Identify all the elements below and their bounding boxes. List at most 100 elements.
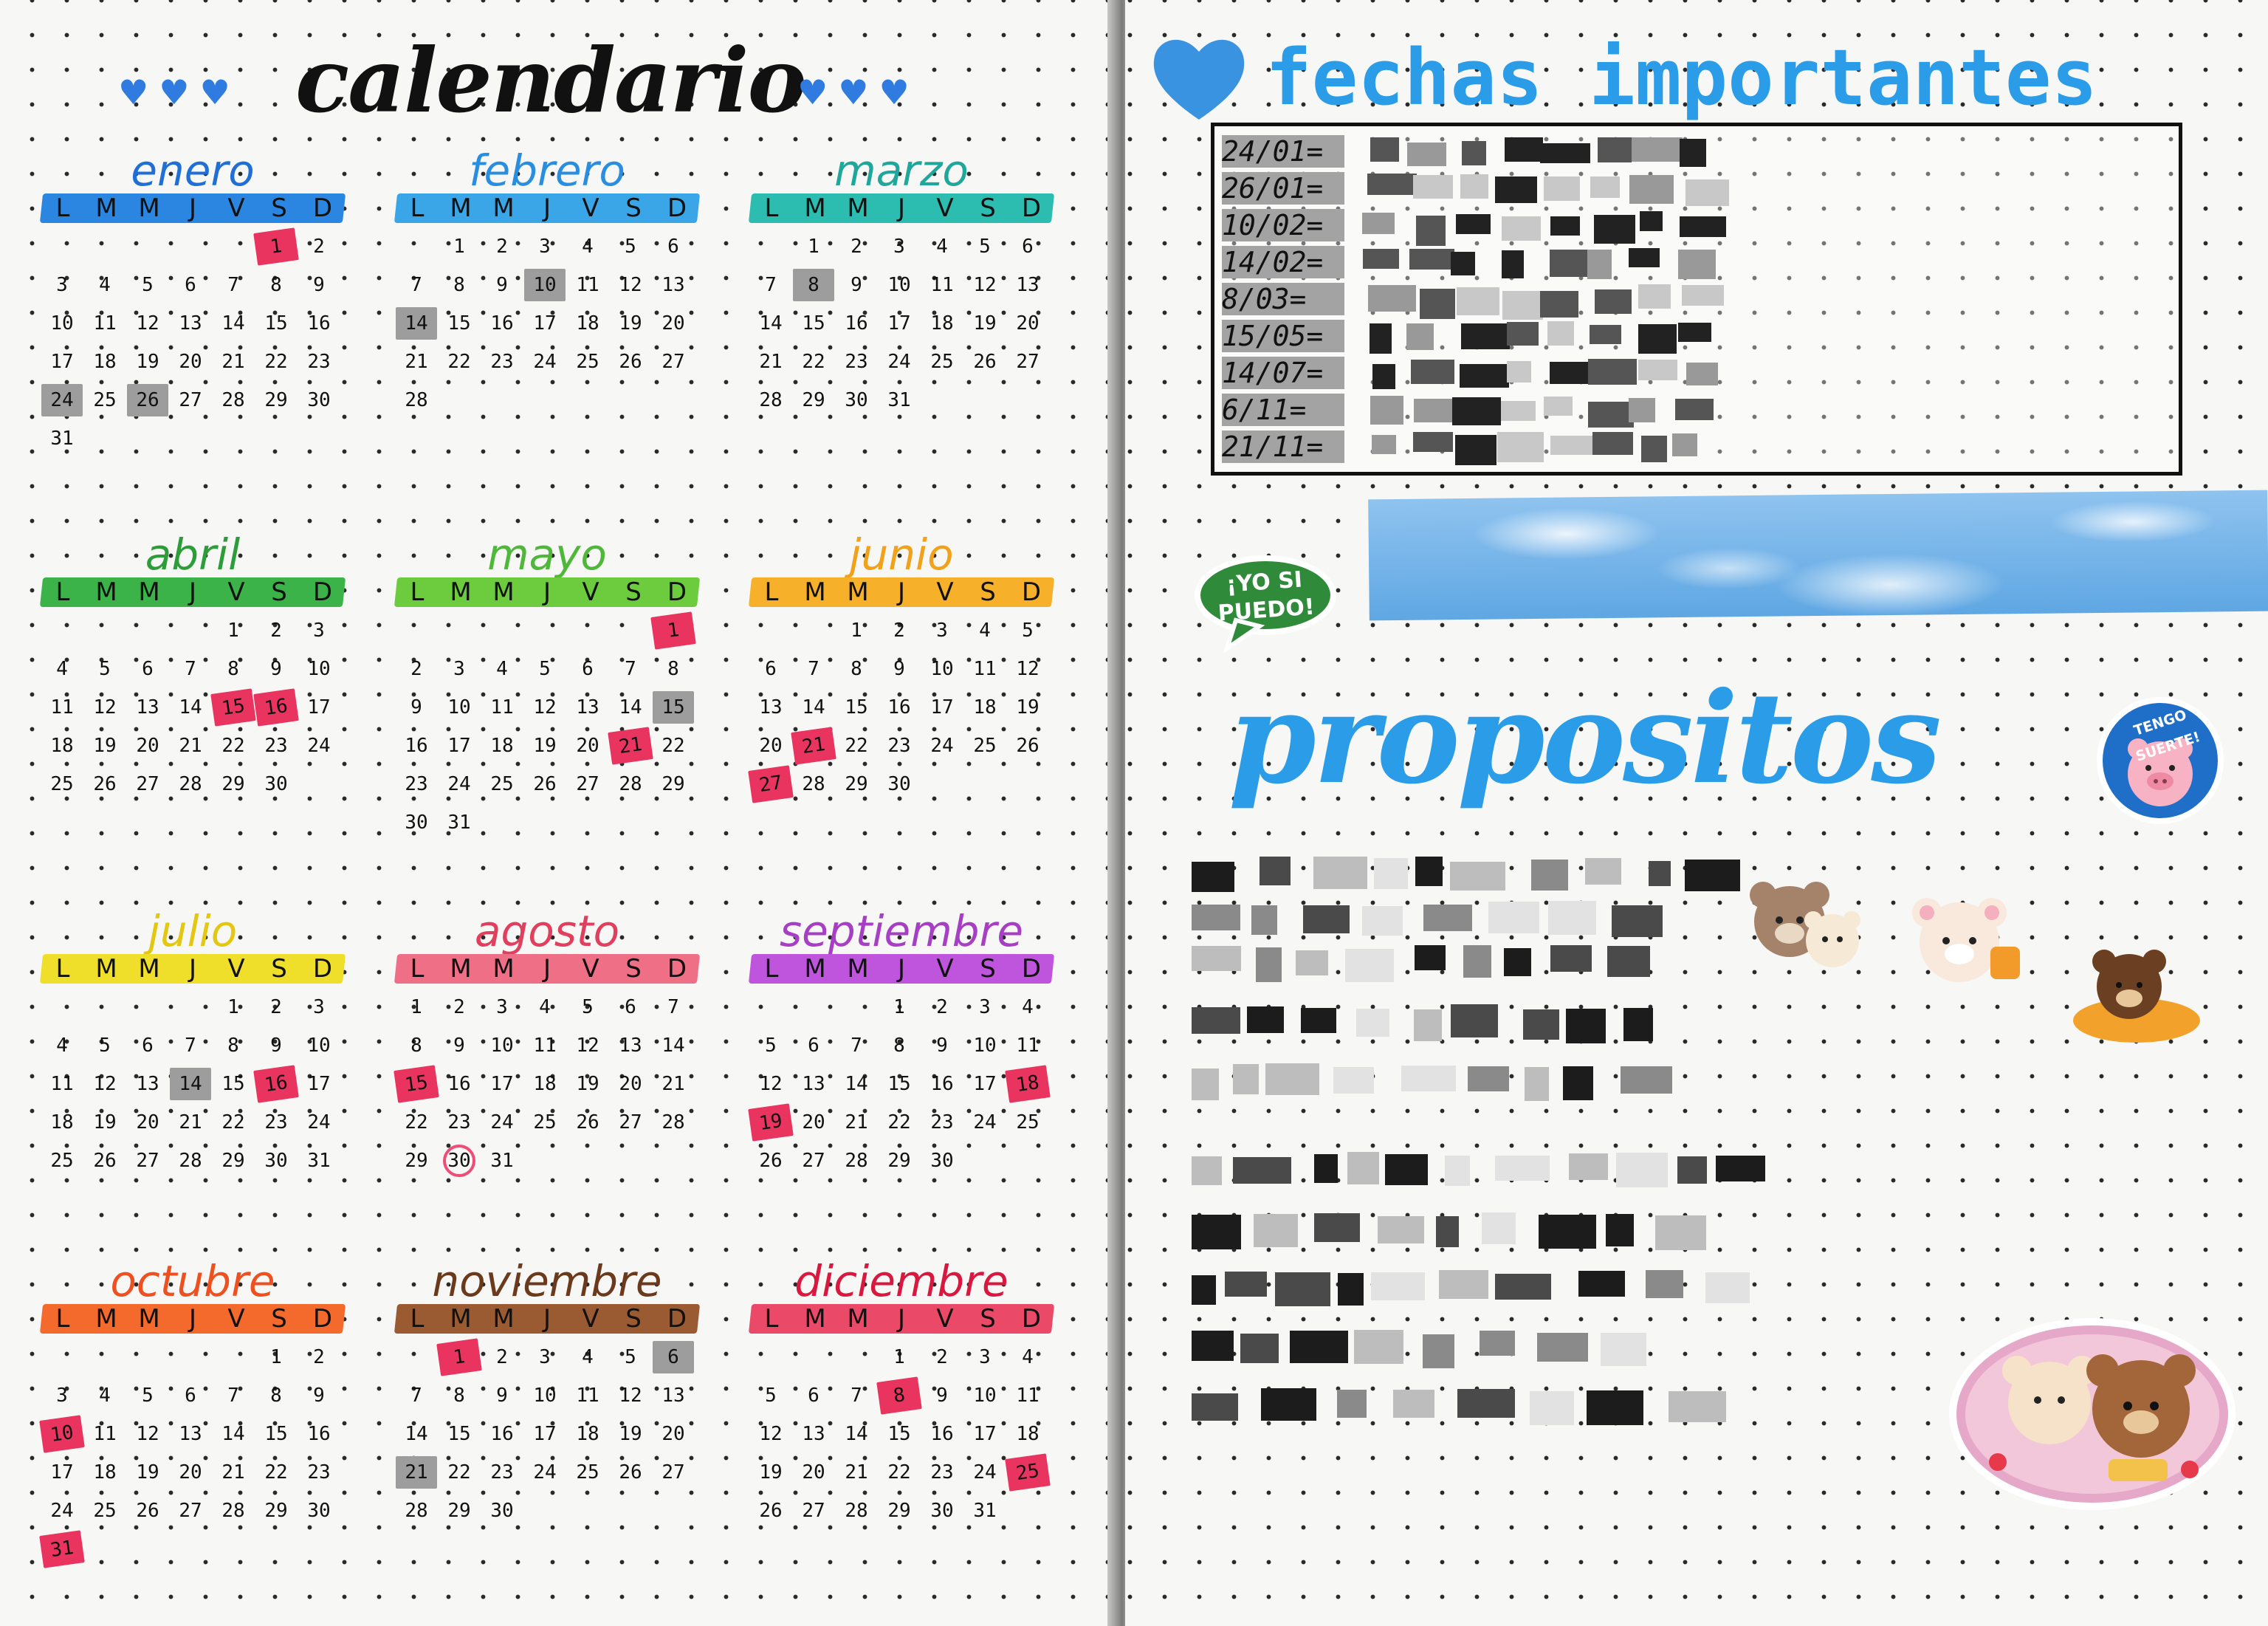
day-cell: 16 — [930, 1423, 954, 1445]
day-cell: 3 — [539, 236, 551, 258]
weekday-letter: D — [667, 954, 687, 984]
censor-pixel — [1601, 1333, 1646, 1366]
empty-cell — [84, 991, 126, 1023]
weekday-bar: LMMJVSD — [394, 193, 701, 223]
censor-pixel — [1345, 949, 1394, 982]
day-cell: 5 — [765, 1385, 777, 1407]
weekday-letter: M — [492, 954, 515, 984]
censor-pixel — [1356, 1009, 1389, 1037]
day-cell: 11 — [533, 1035, 557, 1057]
day-cell: 5 — [99, 1035, 111, 1057]
day-cell: 2 — [410, 658, 422, 680]
day-cell: 1 — [270, 1346, 282, 1368]
day-cell: 8 — [850, 658, 862, 680]
day-cell: 14 — [396, 307, 437, 340]
day-cell: 26 — [619, 1461, 642, 1483]
day-cell: 8 — [793, 269, 834, 301]
day-cell: 28 — [179, 1150, 202, 1172]
censor-pixel — [1488, 902, 1539, 933]
day-cell: 22 — [221, 735, 245, 757]
important-date-row: 14/02= — [1222, 244, 2174, 281]
censor-pixel — [1362, 906, 1403, 936]
censor-pixel — [1550, 216, 1580, 236]
day-cell: 28 — [405, 1500, 428, 1522]
day-cell: 3 — [453, 658, 465, 680]
day-cell: 24 — [447, 773, 471, 795]
day-cell: 8 — [453, 274, 465, 296]
day-cell: 2 — [270, 620, 282, 642]
weekday-letter: J — [188, 954, 196, 984]
day-cell: 19 — [136, 1461, 159, 1483]
day-cell: 25 — [973, 735, 997, 757]
day-cell: 9 — [496, 1385, 508, 1407]
censor-pixel — [1370, 323, 1392, 354]
censor-pixel — [1705, 1272, 1750, 1303]
censor-pixel — [1621, 1066, 1672, 1094]
empty-cell — [41, 614, 83, 647]
weekday-letter: D — [667, 193, 687, 223]
weekday-letter: J — [188, 577, 196, 607]
weekday-letter: M — [847, 193, 870, 223]
weekday-bar: LMMJVSD — [748, 193, 1055, 223]
day-cell: 21 — [221, 351, 245, 373]
day-cell: 20 — [179, 351, 202, 373]
day-cell: 8 — [893, 1035, 905, 1057]
censor-pixel — [1240, 1334, 1279, 1363]
censor-pixel — [1592, 432, 1633, 455]
days-grid: 1 2 3 4 5 6 7 8 9 10 11 12 13 14 15 16 17 18 19 20 21 22 23 24 2… — [750, 1341, 1053, 1533]
weekday-letter: V — [227, 1304, 245, 1334]
day-cell: 6 — [142, 1035, 154, 1057]
day-cell: 18 — [1005, 1065, 1051, 1103]
day-cell: 15 — [394, 1065, 439, 1103]
day-cell: 13 — [759, 696, 783, 718]
month-name: diciembre — [794, 1256, 1008, 1306]
day-cell: 28 — [845, 1500, 868, 1522]
day-cell: 13 — [662, 274, 685, 296]
censor-pixel — [1616, 1153, 1668, 1187]
censor-pixel — [1504, 948, 1531, 976]
day-cell: 15 — [887, 1073, 911, 1095]
weekday-bar: LMMJVSD — [39, 1304, 346, 1334]
day-cell: 13 — [802, 1423, 825, 1445]
censor-pixel — [1372, 435, 1396, 454]
day-cell: 22 — [447, 1461, 471, 1483]
day-cell: 26 — [759, 1500, 783, 1522]
day-cell: 22 — [264, 351, 288, 373]
weekday-letter: M — [450, 193, 472, 223]
day-cell: 10 — [447, 696, 471, 718]
weekday-letter: J — [897, 954, 905, 984]
day-cell: 25 — [1016, 1111, 1040, 1133]
heart-icon — [1153, 39, 1245, 120]
censor-pixel — [1531, 860, 1568, 891]
empty-cell — [793, 991, 834, 1023]
day-cell: 3 — [979, 996, 991, 1018]
censor-pixel — [1406, 323, 1434, 350]
day-cell: 22 — [447, 351, 471, 373]
day-cell: 15 — [802, 312, 825, 335]
day-cell: 26 — [136, 1500, 159, 1522]
day-cell: 21 — [396, 1456, 437, 1489]
day-cell: 24 — [490, 1111, 514, 1133]
day-cell: 3 — [936, 620, 948, 642]
day-cell: 15 — [264, 1423, 288, 1445]
censor-pixel — [1362, 213, 1395, 234]
day-cell: 24 — [533, 351, 557, 373]
day-cell: 28 — [802, 773, 825, 795]
weekday-letter: D — [667, 577, 687, 607]
day-cell: 14 — [845, 1073, 868, 1095]
day-cell: 16 — [307, 1423, 331, 1445]
weekday-letter: J — [543, 954, 551, 984]
weekday-letter: M — [138, 577, 161, 607]
censor-pixel — [1251, 905, 1277, 935]
important-date-label: 8/03= — [1222, 283, 1344, 315]
day-cell: 25 — [93, 1500, 117, 1522]
day-cell: 13 — [1016, 274, 1040, 296]
censor-pixel — [1413, 432, 1453, 452]
censor-pixel — [1456, 214, 1491, 234]
day-cell: 9 — [893, 658, 905, 680]
day-cell: 11 — [576, 1385, 599, 1407]
weekday-bar: LMMJVSD — [39, 577, 346, 607]
day-cell: 28 — [845, 1150, 868, 1172]
important-date-label: 14/07= — [1222, 357, 1344, 389]
bears-oval-sticker — [1949, 1318, 2236, 1510]
